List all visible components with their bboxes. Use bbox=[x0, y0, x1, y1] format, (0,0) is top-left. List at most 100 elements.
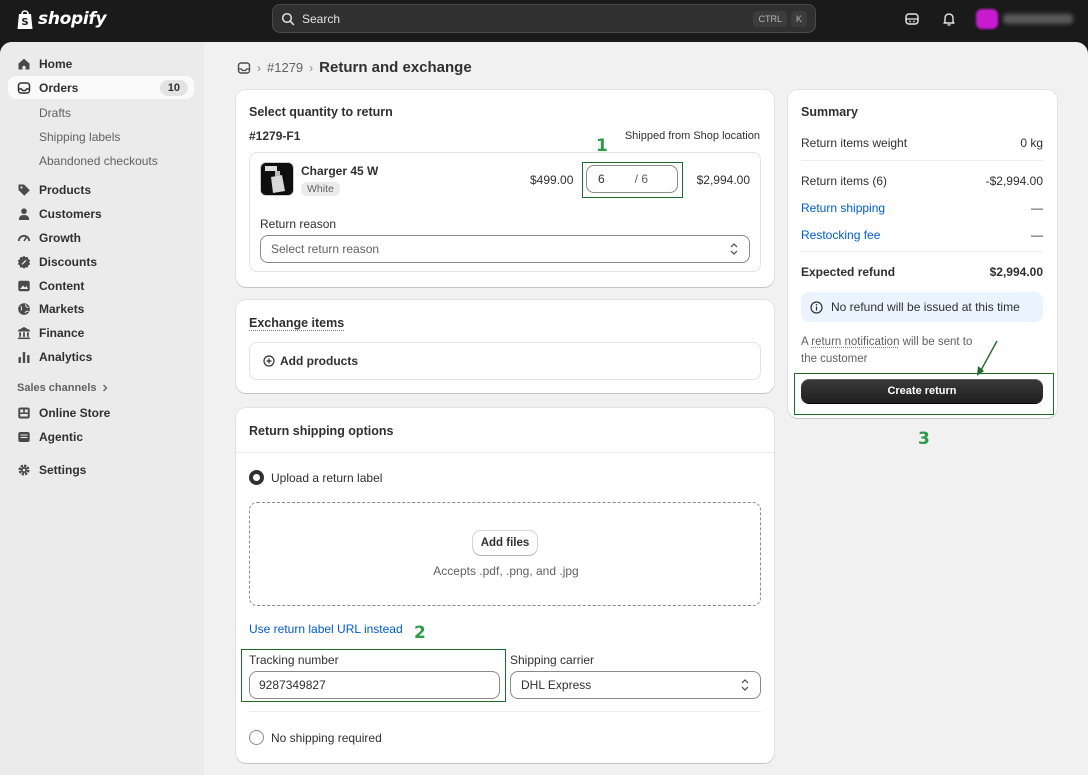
variant-pill: White bbox=[301, 182, 340, 196]
analytics-bars-icon bbox=[18, 351, 30, 363]
plus-circle-icon bbox=[263, 355, 275, 367]
products-tag-icon bbox=[18, 184, 30, 196]
markets-globe-icon bbox=[18, 302, 30, 315]
upload-label-radio[interactable] bbox=[249, 470, 264, 485]
search-placeholder: Search bbox=[302, 11, 341, 26]
sidebar-item-discounts[interactable]: Discounts bbox=[8, 250, 194, 273]
sidebar-item-growth[interactable]: Growth bbox=[8, 226, 194, 249]
items-value: -$2,994.00 bbox=[985, 174, 1043, 188]
note-suffix: will be sent to bbox=[902, 336, 973, 348]
weight-value: 0 kg bbox=[1020, 136, 1043, 150]
notifications-bell-icon[interactable] bbox=[941, 11, 957, 27]
app-frame: Home Orders 10 Drafts Shipping labels Ab… bbox=[0, 42, 1088, 775]
fulfillment-id: #1279-F1 bbox=[249, 129, 301, 143]
sidebar-item-analytics[interactable]: Analytics bbox=[8, 345, 194, 368]
sidebar-label-finance: Finance bbox=[39, 325, 85, 340]
sidebar-label-analytics: Analytics bbox=[39, 349, 93, 364]
sidebar-item-markets[interactable]: Markets bbox=[8, 297, 194, 320]
annotation-arrow bbox=[977, 340, 998, 376]
use-label-url-link[interactable]: Use return label URL instead bbox=[249, 622, 403, 636]
restocking-fee-link[interactable]: Restocking fee bbox=[801, 228, 880, 242]
banner-text: No refund will be issued at this time bbox=[831, 300, 1020, 314]
return-reason-select[interactable]: Select return reason bbox=[260, 235, 750, 263]
restocking-fee-value: — bbox=[1031, 228, 1043, 242]
exchange-items-card: Exchange items Add products bbox=[236, 300, 774, 393]
search-shortcut: CTRL K bbox=[753, 10, 807, 27]
user-name-redacted[interactable] bbox=[1003, 14, 1073, 24]
divider bbox=[249, 711, 761, 712]
annotation-box-quantity bbox=[582, 162, 683, 198]
refund-info-banner: No refund will be issued at this time bbox=[801, 292, 1043, 322]
content-image-icon bbox=[18, 280, 30, 291]
sidebar-label-markets: Markets bbox=[39, 301, 85, 316]
sidebar-item-customers[interactable]: Customers bbox=[8, 202, 194, 225]
sidebar-item-shipping-labels[interactable]: Shipping labels bbox=[39, 130, 120, 144]
sidebar-item-finance[interactable]: Finance bbox=[8, 321, 194, 344]
divider bbox=[236, 452, 774, 453]
search-input[interactable]: Search CTRL K bbox=[272, 4, 816, 33]
summary-row-refund: Expected refund $2,994.00 bbox=[801, 265, 1043, 279]
orders-inbox-icon[interactable] bbox=[237, 61, 251, 75]
annotation-step-2: 2 bbox=[414, 623, 426, 643]
create-return-button[interactable]: Create return bbox=[801, 379, 1043, 403]
select-chevron-icon bbox=[741, 679, 749, 691]
shortcut-k: K bbox=[790, 10, 807, 27]
sidebar-item-agentic[interactable]: Agentic bbox=[8, 425, 194, 448]
card-title: Exchange items bbox=[249, 316, 345, 330]
growth-gauge-icon bbox=[17, 234, 31, 241]
summary-row-weight: Return items weight 0 kg bbox=[801, 136, 1043, 150]
note-prefix: A bbox=[801, 336, 809, 348]
add-files-button[interactable]: Add files bbox=[473, 531, 537, 555]
weight-label: Return items weight bbox=[801, 136, 908, 150]
card-title: Return shipping options bbox=[249, 424, 394, 438]
sidebar-label-settings: Settings bbox=[39, 462, 87, 477]
discounts-badge-icon bbox=[17, 255, 31, 269]
item-name: Charger 45 W bbox=[301, 164, 379, 178]
sidebar-item-products[interactable]: Products bbox=[8, 178, 194, 201]
shipping-carrier-value: DHL Express bbox=[521, 678, 592, 692]
return-shipping-card: Return shipping options Upload a return … bbox=[236, 408, 774, 763]
summary-card: Summary Return items weight 0 kg Return … bbox=[788, 90, 1057, 418]
summary-row-restocking: Restocking fee — bbox=[801, 228, 1043, 242]
shopify-logo[interactable]: S shopify bbox=[16, 8, 107, 30]
product-thumbnail bbox=[260, 162, 294, 196]
accepted-file-types: Accepts .pdf, .png, and .jpg bbox=[433, 564, 579, 578]
sidebar-item-content[interactable]: Content bbox=[8, 274, 194, 297]
no-shipping-text: No shipping required bbox=[271, 731, 382, 745]
return-shipping-value: — bbox=[1031, 201, 1043, 215]
online-store-icon bbox=[18, 407, 30, 418]
sidebar-label-orders: Orders bbox=[39, 80, 79, 95]
return-notification-link[interactable]: return notification bbox=[811, 336, 899, 348]
sidebar-item-orders[interactable]: Orders 10 bbox=[8, 76, 194, 99]
return-reason-label: Return reason bbox=[260, 217, 337, 231]
add-products-button[interactable]: Add products bbox=[249, 342, 761, 380]
sidebar-item-abandoned-checkouts[interactable]: Abandoned checkouts bbox=[39, 154, 158, 168]
sidebar-item-settings[interactable]: Settings bbox=[8, 458, 194, 481]
page-title: Return and exchange bbox=[319, 59, 472, 76]
card-title: Summary bbox=[801, 105, 858, 119]
return-shipping-link[interactable]: Return shipping bbox=[801, 201, 885, 215]
shipping-carrier-select[interactable]: DHL Express bbox=[510, 671, 761, 699]
user-avatar[interactable] bbox=[976, 9, 998, 29]
divider bbox=[801, 160, 1043, 161]
charger-image bbox=[261, 163, 293, 195]
sales-channels-heading[interactable]: Sales channels bbox=[17, 382, 109, 394]
finance-bank-icon bbox=[18, 326, 30, 339]
info-icon bbox=[810, 300, 823, 314]
chevron-right-icon bbox=[102, 384, 107, 392]
annotation-box-tracking bbox=[241, 649, 506, 702]
store-switcher-icon[interactable] bbox=[904, 11, 920, 27]
sidebar-item-drafts[interactable]: Drafts bbox=[39, 106, 71, 120]
no-shipping-radio[interactable] bbox=[249, 730, 264, 745]
agentic-icon bbox=[18, 431, 30, 442]
shortcut-ctrl: CTRL bbox=[753, 10, 787, 27]
summary-row-shipping: Return shipping — bbox=[801, 201, 1043, 215]
file-dropzone[interactable]: Add files Accepts .pdf, .png, and .jpg bbox=[249, 502, 761, 606]
breadcrumb-order-link[interactable]: #1279 bbox=[267, 60, 303, 75]
return-reason-placeholder: Select return reason bbox=[271, 242, 380, 256]
sidebar-label-online-store: Online Store bbox=[39, 405, 111, 420]
sidebar-label-discounts: Discounts bbox=[39, 254, 98, 269]
sidebar-item-online-store[interactable]: Online Store bbox=[8, 401, 194, 424]
sidebar-item-home[interactable]: Home bbox=[8, 52, 194, 75]
expected-refund-label: Expected refund bbox=[801, 265, 896, 279]
